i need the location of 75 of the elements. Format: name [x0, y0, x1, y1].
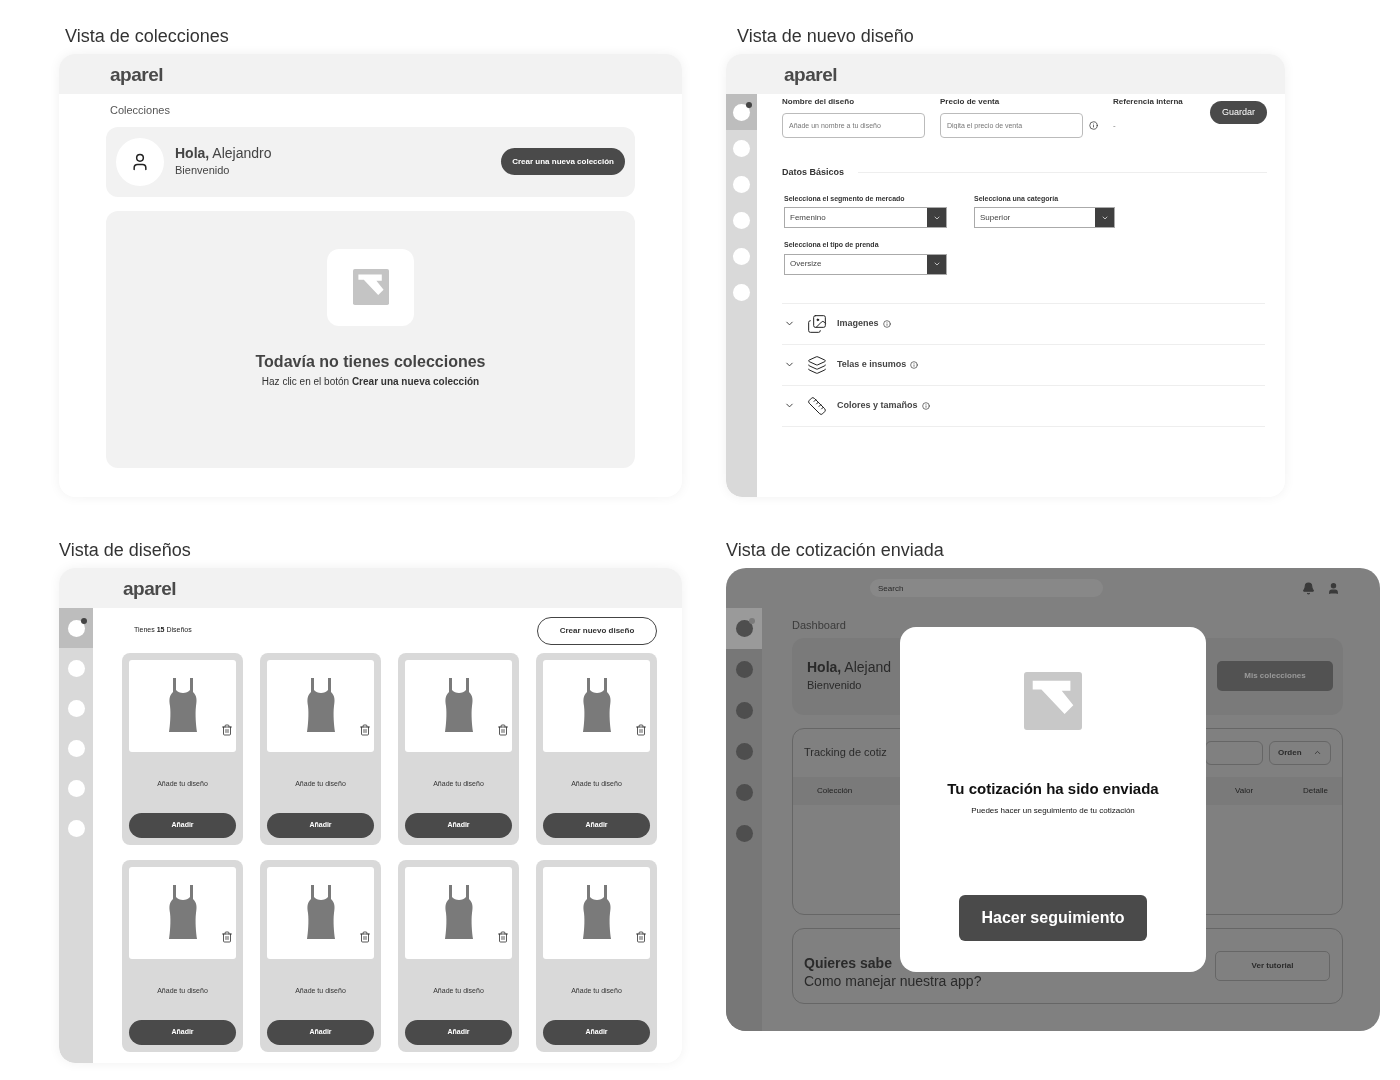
trash-icon[interactable]	[635, 931, 647, 943]
accordion-row[interactable]: Imagenes	[782, 303, 1265, 345]
accordion-label: Imagenes	[837, 316, 879, 330]
reference-value: -	[1113, 119, 1117, 132]
info-icon	[1089, 121, 1098, 130]
save-button[interactable]: Guardar	[1209, 101, 1267, 124]
trash-icon[interactable]	[359, 724, 371, 736]
column-header: Valor	[1235, 784, 1254, 797]
welcome-text: Bienvenido	[175, 163, 231, 178]
sidebar-item[interactable]	[59, 608, 93, 648]
ruler-icon	[807, 395, 827, 416]
bell-icon[interactable]	[1302, 581, 1315, 595]
tank-top-icon	[304, 885, 337, 941]
chevron-up-icon	[1313, 748, 1322, 757]
accordion-label: Telas e insumos	[837, 357, 907, 371]
logo: aparel	[784, 64, 838, 84]
tank-top-icon	[166, 885, 199, 941]
layers-icon	[807, 354, 827, 375]
empty-state-title: Todavía no tienes colecciones	[255, 351, 486, 372]
tank-top-icon	[304, 678, 337, 734]
card-title: Tracking de cotiz	[804, 745, 887, 761]
tank-top-icon	[580, 885, 613, 941]
tank-top-icon	[442, 885, 475, 941]
tank-top-icon	[580, 678, 613, 734]
info-icon	[910, 360, 919, 369]
images-icon	[807, 313, 827, 334]
trash-icon[interactable]	[635, 724, 647, 736]
field-label: Precio de venta	[940, 96, 1001, 108]
trash-icon[interactable]	[497, 724, 509, 736]
chevron-down-icon	[932, 260, 941, 268]
empty-state-text: Haz clic en el botón Crear una nueva colección	[261, 374, 480, 389]
info-icon	[882, 319, 891, 328]
info-icon	[921, 401, 930, 410]
tank-top-icon	[442, 678, 475, 734]
image-placeholder-icon	[352, 269, 389, 305]
accordion-row[interactable]: Telas e insumos	[782, 344, 1265, 386]
tutorial-button[interactable]: Ver tutorial	[1215, 950, 1330, 981]
user-icon	[130, 151, 150, 172]
accordion-row[interactable]: Colores y tamaños	[782, 385, 1265, 427]
modal-title: Tu cotización ha sido enviada	[947, 779, 1159, 799]
view-caption: Vista de diseños	[59, 541, 191, 559]
sort-button[interactable]: Orden	[1269, 740, 1331, 765]
welcome-text: Bienvenido	[807, 677, 863, 693]
greeting-text: Hola, Alejandro	[175, 144, 272, 162]
select-field[interactable]: Femenino	[784, 207, 947, 228]
trash-icon[interactable]	[497, 931, 509, 943]
view-caption: Vista de nuevo diseño	[737, 27, 914, 45]
user-icon[interactable]	[1327, 581, 1340, 595]
search-field[interactable]: Search	[870, 579, 1103, 597]
logo: aparel	[123, 578, 177, 598]
column-header: Detalle	[1303, 784, 1328, 797]
column-header: Colección	[817, 784, 853, 797]
trash-icon[interactable]	[221, 724, 233, 736]
greeting-text: Hola, Alejand	[807, 659, 892, 677]
image-placeholder-icon	[1024, 672, 1082, 730]
section-title: Datos Básicos	[782, 166, 845, 179]
trash-icon[interactable]	[359, 931, 371, 943]
create-collection-button[interactable]: Crear una nueva colección	[501, 148, 625, 175]
select-field[interactable]: Oversize	[784, 253, 947, 275]
accordion-label: Colores y tamaños	[837, 398, 918, 412]
view-caption: Vista de cotización enviada	[726, 541, 944, 559]
follow-up-button[interactable]: Hacer seguimiento	[959, 895, 1147, 941]
breadcrumb: Colecciones	[109, 103, 171, 118]
sidebar-item[interactable]	[726, 94, 757, 130]
logo: aparel	[110, 64, 164, 84]
help-text: Como manejar nuestra app?	[804, 972, 982, 990]
view-caption: Vista de colecciones	[65, 27, 229, 45]
field-label: Nombre del diseño	[782, 96, 855, 108]
trash-icon[interactable]	[221, 931, 233, 943]
page-title: Dashboard	[792, 618, 847, 633]
field-label: Referencia interna	[1113, 96, 1183, 108]
modal-text: Puedes hacer un seguimiento de tu cotización	[971, 804, 1135, 817]
tank-top-icon	[166, 678, 199, 734]
help-title: Quieres sabe	[804, 955, 893, 973]
select-field[interactable]: Superior	[974, 207, 1115, 228]
